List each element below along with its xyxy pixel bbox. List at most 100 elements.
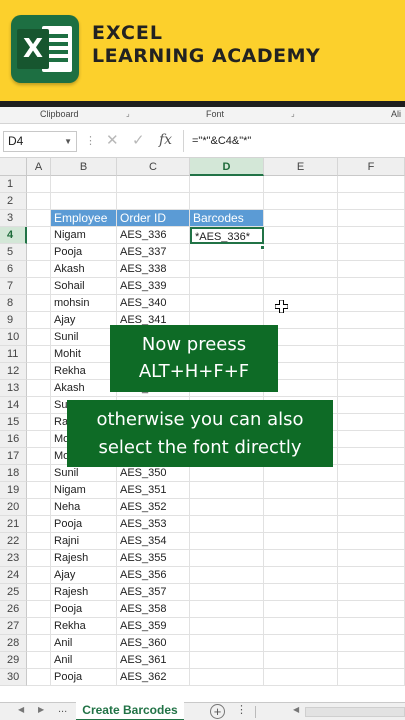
insert-function-icon[interactable]: fx <box>159 132 172 148</box>
cell-f13[interactable] <box>338 380 405 397</box>
cell-a8[interactable] <box>27 295 51 312</box>
cell-d5[interactable] <box>190 244 264 261</box>
cell-e23[interactable] <box>264 550 338 567</box>
cell-b1[interactable] <box>51 176 117 193</box>
cell-a20[interactable] <box>27 499 51 516</box>
cell-f20[interactable] <box>338 499 405 516</box>
cell-e19[interactable] <box>264 482 338 499</box>
column-header-b[interactable]: B <box>51 158 117 176</box>
row-header-5[interactable]: 5 <box>0 244 27 261</box>
cell-e4[interactable] <box>264 227 338 244</box>
tab-scroll-left-icon[interactable]: ◀ <box>18 705 24 714</box>
cell-b18[interactable]: Sunil <box>51 465 117 482</box>
cell-f1[interactable] <box>338 176 405 193</box>
cell-c18[interactable]: AES_350 <box>117 465 190 482</box>
cell-c25[interactable]: AES_357 <box>117 584 190 601</box>
cell-f6[interactable] <box>338 261 405 278</box>
cell-b29[interactable]: Anil <box>51 652 117 669</box>
cell-e22[interactable] <box>264 533 338 550</box>
cell-c28[interactable]: AES_360 <box>117 635 190 652</box>
cell-f4[interactable] <box>338 227 405 244</box>
cell-b24[interactable]: Ajay <box>51 567 117 584</box>
column-header-a[interactable]: A <box>27 158 51 176</box>
cell-a5[interactable] <box>27 244 51 261</box>
cell-a29[interactable] <box>27 652 51 669</box>
cell-c6[interactable]: AES_338 <box>117 261 190 278</box>
cell-a1[interactable] <box>27 176 51 193</box>
cell-d29[interactable] <box>190 652 264 669</box>
cell-d6[interactable] <box>190 261 264 278</box>
cell-d24[interactable] <box>190 567 264 584</box>
cell-f17[interactable] <box>338 448 405 465</box>
cell-b2[interactable] <box>51 193 117 210</box>
cell-d26[interactable] <box>190 601 264 618</box>
cell-e28[interactable] <box>264 635 338 652</box>
row-header-21[interactable]: 21 <box>0 516 27 533</box>
cell-d1[interactable] <box>190 176 264 193</box>
cell-e3[interactable] <box>264 210 338 227</box>
add-sheet-icon[interactable]: + <box>210 704 225 719</box>
cell-f19[interactable] <box>338 482 405 499</box>
cell-b25[interactable]: Rajesh <box>51 584 117 601</box>
cell-d22[interactable] <box>190 533 264 550</box>
cell-b8[interactable]: mohsin <box>51 295 117 312</box>
column-header-c[interactable]: C <box>117 158 190 176</box>
cell-a4[interactable] <box>27 227 51 244</box>
cell-e1[interactable] <box>264 176 338 193</box>
cell-f29[interactable] <box>338 652 405 669</box>
row-header-20[interactable]: 20 <box>0 499 27 516</box>
cell-e21[interactable] <box>264 516 338 533</box>
cell-a13[interactable] <box>27 380 51 397</box>
tab-create-barcodes[interactable]: Create Barcodes <box>76 702 184 720</box>
cell-b28[interactable]: Anil <box>51 635 117 652</box>
cell-c4[interactable]: AES_336 <box>117 227 190 244</box>
cell-a17[interactable] <box>27 448 51 465</box>
row-header-6[interactable]: 6 <box>0 261 27 278</box>
cell-a27[interactable] <box>27 618 51 635</box>
row-header-15[interactable]: 15 <box>0 414 27 431</box>
ribbon-group-clipboard[interactable]: Clipboard <box>40 109 79 119</box>
cell-b21[interactable]: Pooja <box>51 516 117 533</box>
cell-e7[interactable] <box>264 278 338 295</box>
cell-f21[interactable] <box>338 516 405 533</box>
row-header-7[interactable]: 7 <box>0 278 27 295</box>
cell-d25[interactable] <box>190 584 264 601</box>
row-header-23[interactable]: 23 <box>0 550 27 567</box>
select-all-corner[interactable] <box>0 158 27 176</box>
cell-f27[interactable] <box>338 618 405 635</box>
cell-f16[interactable] <box>338 431 405 448</box>
cell-d30[interactable] <box>190 669 264 686</box>
cell-a15[interactable] <box>27 414 51 431</box>
cell-b6[interactable]: Akash <box>51 261 117 278</box>
row-header-2[interactable]: 2 <box>0 193 27 210</box>
cell-b3[interactable]: Employee <box>51 210 117 227</box>
horizontal-scrollbar[interactable] <box>305 707 405 717</box>
row-header-9[interactable]: 9 <box>0 312 27 329</box>
cell-b4[interactable]: Nigam <box>51 227 117 244</box>
cell-a11[interactable] <box>27 346 51 363</box>
cell-f15[interactable] <box>338 414 405 431</box>
cell-c3[interactable]: Order ID <box>117 210 190 227</box>
cell-b5[interactable]: Pooja <box>51 244 117 261</box>
cell-a2[interactable] <box>27 193 51 210</box>
cell-a23[interactable] <box>27 550 51 567</box>
cell-e18[interactable] <box>264 465 338 482</box>
more-sheets[interactable]: ... <box>58 703 67 715</box>
cell-b13[interactable]: Akash <box>51 380 117 397</box>
cell-a18[interactable] <box>27 465 51 482</box>
row-header-17[interactable]: 17 <box>0 448 27 465</box>
cell-c27[interactable]: AES_359 <box>117 618 190 635</box>
row-header-27[interactable]: 27 <box>0 618 27 635</box>
cell-f23[interactable] <box>338 550 405 567</box>
cell-c29[interactable]: AES_361 <box>117 652 190 669</box>
hscroll-left-icon[interactable]: ◀ <box>293 705 299 714</box>
cell-e25[interactable] <box>264 584 338 601</box>
cell-e30[interactable] <box>264 669 338 686</box>
cell-b22[interactable]: Rajni <box>51 533 117 550</box>
cell-c2[interactable] <box>117 193 190 210</box>
cell-c7[interactable]: AES_339 <box>117 278 190 295</box>
cell-f24[interactable] <box>338 567 405 584</box>
cell-e6[interactable] <box>264 261 338 278</box>
cell-a28[interactable] <box>27 635 51 652</box>
cell-c21[interactable]: AES_353 <box>117 516 190 533</box>
